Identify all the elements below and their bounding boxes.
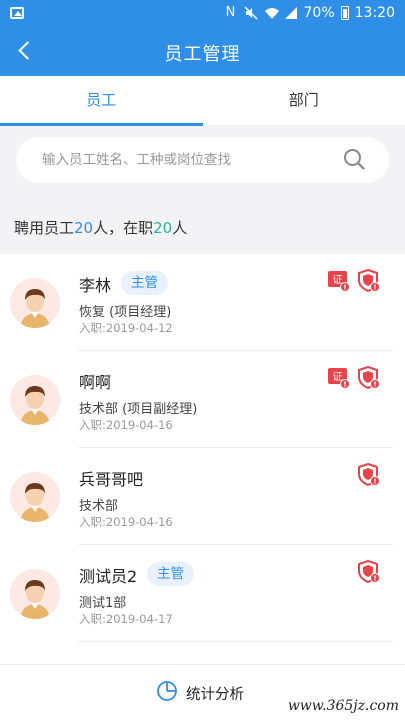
status-bar: N 70% 13:20 bbox=[0, 0, 405, 28]
employee-name: 啊啊 bbox=[79, 373, 112, 392]
employee-name: 李林 bbox=[79, 276, 112, 295]
hire-date: 入职:2019-04-12 bbox=[79, 321, 173, 335]
employee-name: 测试员2 bbox=[79, 567, 138, 586]
tab-departments[interactable]: 部门 bbox=[203, 76, 405, 125]
shield-warning-icon[interactable] bbox=[357, 268, 381, 293]
search-input[interactable] bbox=[42, 137, 332, 183]
statistics-label: 统计分析 bbox=[186, 686, 244, 703]
status-icons: N 70% 13:20 bbox=[224, 5, 395, 21]
avatar bbox=[10, 569, 60, 619]
wifi-icon bbox=[264, 6, 279, 20]
hired-count: 20 bbox=[74, 219, 94, 237]
search-box bbox=[16, 137, 389, 183]
employee-department: 测试1部 bbox=[79, 596, 127, 611]
tab-employees[interactable]: 员工 bbox=[0, 76, 203, 126]
status-icons bbox=[357, 462, 381, 487]
employee-department: 恢复 (项目经理) bbox=[79, 305, 172, 320]
search-icon[interactable] bbox=[343, 148, 365, 170]
tab-bar: 员工 部门 bbox=[0, 76, 405, 126]
summary-mid: 人，在职 bbox=[93, 219, 154, 237]
search-area bbox=[0, 126, 405, 194]
employee-row[interactable]: 李林 主管恢复 (项目经理) 入职:2019-04-12 证 bbox=[0, 254, 405, 351]
summary-suffix: 人 bbox=[172, 219, 188, 237]
battery-icon bbox=[340, 6, 349, 20]
shield-warning-icon[interactable] bbox=[357, 559, 381, 584]
role-badge: 主管 bbox=[147, 562, 194, 586]
page-title: 员工管理 bbox=[164, 44, 241, 65]
app-header: 员工管理 bbox=[0, 28, 405, 76]
status-icons: 证 bbox=[327, 365, 381, 390]
battery-percent: 70% bbox=[303, 5, 335, 21]
avatar bbox=[10, 375, 60, 425]
hire-date: 入职:2019-04-16 bbox=[79, 515, 173, 529]
clock: 13:20 bbox=[354, 5, 395, 21]
status-icons: 证 bbox=[327, 268, 381, 293]
employee-list: 李林 主管 恢复 (项目经理) 入职:2019-04-12 证啊啊 技术部 (项目副经理)… bbox=[0, 254, 405, 664]
signal-icon bbox=[284, 6, 298, 20]
employee-row[interactable]: 兵哥哥吧技术部 入职:2019-04-16 bbox=[0, 448, 405, 545]
employee-row[interactable]: 测试员2 主管测试1部 入职:2019-04-17 bbox=[0, 545, 405, 642]
nfc-icon: N bbox=[225, 5, 236, 20]
avatar bbox=[10, 278, 60, 328]
image-notification-icon bbox=[10, 7, 24, 19]
employee-summary: 聘用员工20人，在职20人 bbox=[0, 194, 405, 254]
hire-date: 入职:2019-04-16 bbox=[79, 418, 173, 432]
status-icons bbox=[357, 559, 381, 584]
summary-prefix: 聘用员工 bbox=[14, 219, 75, 237]
mute-icon bbox=[243, 6, 258, 20]
cert-warning-icon[interactable]: 证 bbox=[327, 269, 351, 293]
watermark: www.365jz.com bbox=[287, 698, 399, 714]
pie-chart-icon bbox=[156, 680, 178, 706]
shield-warning-icon[interactable] bbox=[357, 365, 381, 390]
employee-row[interactable]: 啊啊技术部 (项目副经理) 入职:2019-04-16 证 bbox=[0, 351, 405, 448]
hire-date: 入职:2019-04-17 bbox=[79, 612, 173, 626]
employee-department: 技术部 (项目副经理) bbox=[79, 402, 198, 417]
avatar bbox=[10, 472, 60, 522]
cert-warning-icon[interactable]: 证 bbox=[327, 366, 351, 390]
employee-name: 兵哥哥吧 bbox=[79, 470, 144, 489]
statistics-button[interactable]: 统计分析 bbox=[156, 680, 244, 706]
role-badge: 主管 bbox=[121, 271, 168, 295]
employee-department: 技术部 bbox=[79, 499, 119, 514]
active-count: 20 bbox=[153, 219, 173, 237]
shield-warning-icon[interactable] bbox=[357, 462, 381, 487]
